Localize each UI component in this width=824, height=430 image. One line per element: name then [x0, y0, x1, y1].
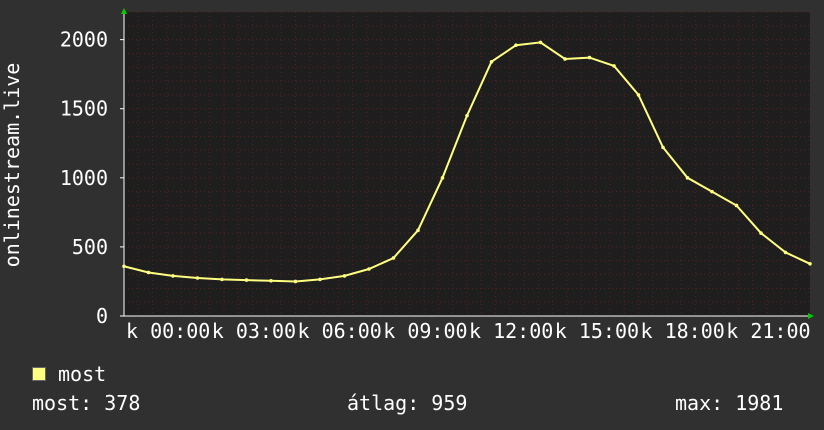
series-point-most [710, 189, 714, 194]
series-point-most [514, 43, 518, 47]
series-point-most [146, 270, 151, 275]
series-point-most [171, 274, 175, 278]
series-point-most [367, 267, 371, 271]
series-point-most [538, 40, 543, 45]
series-point-most [734, 203, 739, 208]
series-point-most [269, 278, 273, 283]
series-point-most [612, 64, 616, 68]
series-point-most [342, 274, 347, 278]
series-point-most [465, 113, 469, 118]
series-point-most [685, 176, 690, 180]
y-axis-ticks: 0 500 1000 1500 2000 [60, 28, 124, 328]
x-tick-label: k 12:00 [469, 319, 553, 343]
legend-label-most: most [58, 362, 107, 386]
rrd-chart-panel: 0 500 1000 1500 2000 k 00:00 k 03:00 k 06:00 k … [0, 0, 824, 430]
series-point-most [783, 250, 788, 255]
chart-canvas: 0500100015002000 k 00:00 k 03:00 k 06:00 k … [60, 8, 814, 343]
x-tick-label: k 21:00 [726, 319, 810, 343]
x-tick-label: k 00:00 [126, 319, 210, 343]
x-tick-label: k 03:00 [212, 319, 296, 343]
series-point-most [318, 277, 322, 282]
y-axis-label: onlinestream.live [0, 62, 24, 268]
series-point-most [195, 276, 200, 280]
y-tick-label: 2000 [60, 28, 108, 52]
x-tick-label: k 15:00 [555, 319, 639, 343]
legend: most [32, 362, 106, 386]
series-point-most [636, 93, 641, 97]
series-point-most [440, 176, 445, 180]
series-point-most [391, 256, 396, 260]
series-point-most [563, 57, 567, 61]
y-tick-label: 1000 [60, 166, 108, 190]
series-point-most [489, 59, 494, 64]
series-point-most [220, 277, 224, 282]
series-point-most [587, 55, 592, 60]
x-tick-label: k 09:00 [383, 319, 467, 343]
series-point-most [293, 279, 298, 284]
series-point-most [759, 231, 763, 235]
average-value: átlag: 959 [347, 391, 468, 415]
current-value: most: 378 [32, 391, 141, 415]
series-point-most [416, 228, 420, 233]
series-point-most [244, 278, 249, 282]
y-tick-label: 1500 [60, 97, 108, 121]
x-tick-label: k 06:00 [298, 319, 382, 343]
series-point-most [661, 145, 665, 150]
y-tick-label: 500 [72, 235, 108, 259]
y-tick-label: 0 [96, 304, 108, 328]
series-point-most [808, 261, 812, 266]
max-value: max: 1981 [675, 391, 784, 415]
x-axis-ticks: k 00:00 k 03:00 k 06:00 k 09:00 k 12:00 k 15:… [126, 319, 811, 343]
y-axis-arrow-icon [121, 8, 127, 14]
series-point-most [122, 264, 126, 269]
x-tick-label: k 18:00 [641, 319, 725, 343]
legend-swatch-most [32, 367, 46, 381]
